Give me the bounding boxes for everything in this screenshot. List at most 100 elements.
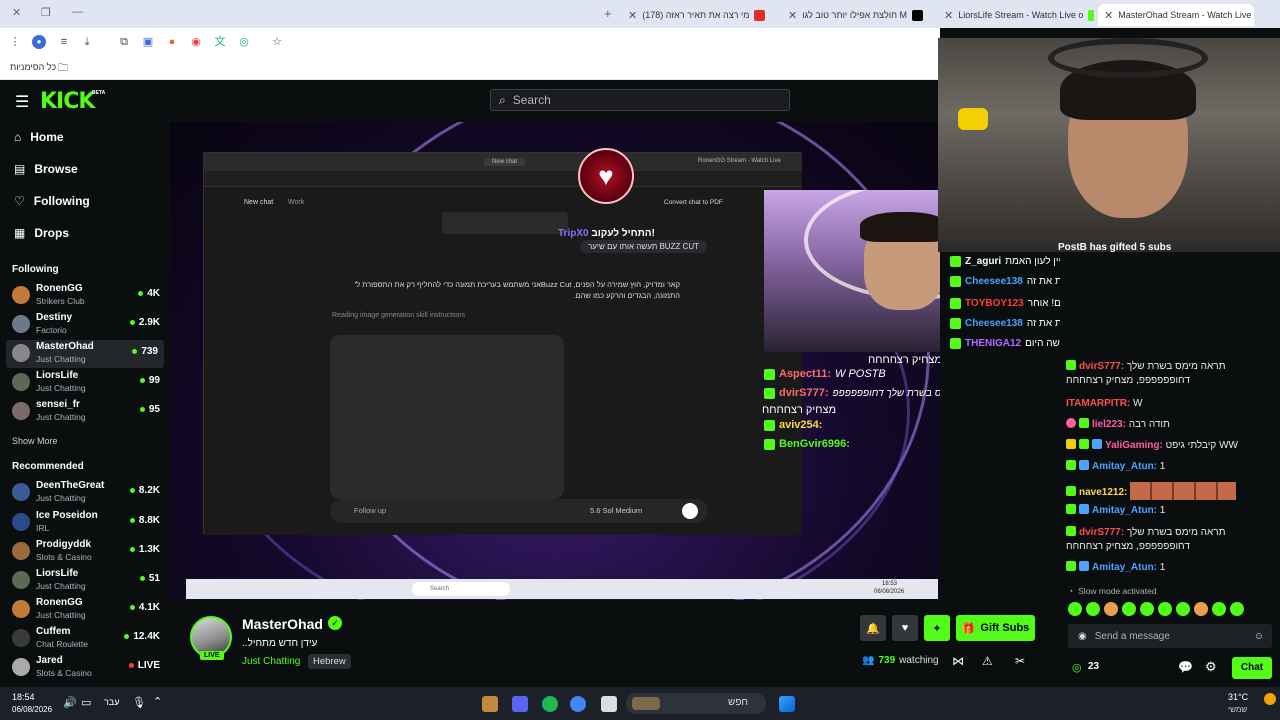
following-channel[interactable]: RonenGG Strikers Club 4K [10, 282, 162, 310]
bookmarks-bar: כל הסימניות 🗀 [0, 56, 940, 80]
app-icon[interactable] [482, 696, 498, 712]
following-channel-selected[interactable]: MasterOhad Just Chatting 739 [6, 340, 164, 368]
bookmark-star-icon[interactable]: ☆ [270, 35, 284, 49]
sub-badge-icon [1079, 418, 1089, 428]
follow-heart-button[interactable]: ♥ [892, 615, 918, 641]
video-player[interactable]: New chat RonenGG Stream - Watch Live New… [170, 122, 940, 600]
recommended-channel[interactable]: RonenGG Just Chatting 4.1K [10, 596, 162, 624]
search-input[interactable]: ⌕ Search [490, 89, 790, 111]
file-explorer-icon[interactable] [601, 696, 617, 712]
emote-icon[interactable] [1230, 602, 1244, 616]
recommended-channel[interactable]: Jared Slots & Casino LIVE [10, 654, 162, 682]
following-channel[interactable]: sensei_fr Just Chatting 95 [10, 398, 162, 426]
recommended-channel[interactable]: Ice Poseidon IRL 8.8K [10, 509, 162, 537]
m-favicon-icon [912, 9, 923, 21]
extension-orange-icon[interactable]: ● [165, 35, 179, 49]
emote-icon[interactable] [1158, 602, 1172, 616]
chevron-up-icon[interactable]: ⌃ [153, 695, 162, 708]
language-indicator[interactable]: עבר [104, 697, 119, 707]
grammarly-icon[interactable]: ◎ [237, 35, 251, 49]
points-icon[interactable]: ◎ [1072, 661, 1082, 674]
restore-window-icon[interactable]: ❐ [41, 6, 51, 19]
chrome-icon[interactable] [570, 696, 586, 712]
list-icon[interactable]: ≡ [57, 35, 71, 49]
close-window-icon[interactable]: ✕ [12, 6, 21, 19]
emote-icon[interactable] [1176, 602, 1190, 616]
avatar [12, 542, 30, 560]
menu-kebab-icon[interactable]: ⋮ [8, 35, 22, 49]
emote-icon[interactable] [1122, 602, 1136, 616]
badge-icon [1092, 439, 1102, 449]
all-bookmarks-label[interactable]: כל הסימניות [10, 62, 56, 72]
chat-footer: ◎ 23 💬 ⚙ Chat [1060, 656, 1280, 682]
subscribe-button[interactable]: ✦ [924, 615, 950, 641]
tab-youtube[interactable]: ✕ (178) מי רצה את תאיר ראזה [622, 4, 778, 26]
recommended-channel[interactable]: Prodigyddk Slots & Casino 1.3K [10, 538, 162, 566]
nav-following[interactable]: ♡ Following [14, 194, 90, 208]
profile-icon[interactable]: ● [32, 35, 46, 49]
close-tab-icon[interactable]: ✕ [944, 9, 953, 22]
extensions-icon[interactable]: ⧉ [117, 35, 131, 49]
download-icon[interactable]: ⤓ [80, 35, 94, 49]
kick-logo[interactable]: KICK [40, 89, 95, 114]
emote-icon[interactable] [1086, 602, 1100, 616]
clock-time[interactable]: 18:54 [12, 692, 35, 702]
monitor-icon[interactable]: ▭ [81, 696, 91, 709]
show-more-link[interactable]: Show More [12, 436, 58, 446]
minimize-window-icon[interactable]: — [72, 6, 83, 18]
emote-icon[interactable] [1104, 602, 1118, 616]
tabs-icon[interactable]: ▣ [141, 35, 155, 49]
chat-send-button[interactable]: Chat [1232, 657, 1272, 679]
following-channel[interactable]: LiorsLife Just Chatting 99 [10, 369, 162, 397]
emote-icon[interactable] [1140, 602, 1154, 616]
emoji-picker-icon[interactable]: ☺ [1254, 631, 1264, 642]
viewer-count: 99 [139, 375, 160, 386]
tab-liorslife[interactable]: ✕ LiorsLife Stream - Watch Live o [938, 4, 1094, 26]
sub-badge-icon [1066, 360, 1076, 370]
captured-tab-bar: New chat RonenGG Stream - Watch Live [204, 153, 802, 171]
following-channel[interactable]: Destiny Factorio 2.9K [10, 311, 162, 339]
speaker-icon[interactable]: 🔊 [63, 696, 77, 709]
new-tab-icon[interactable]: + [604, 6, 612, 21]
nav-drops[interactable]: ▦ Drops [14, 226, 69, 240]
settings-gear-icon[interactable]: ⚙ [1205, 659, 1217, 675]
chat-message-input[interactable]: ◉ Send a message ☺ [1068, 624, 1272, 648]
emote-icon[interactable] [1212, 602, 1226, 616]
weather-temp[interactable]: 31°C [1228, 692, 1248, 702]
nav-browse[interactable]: ▤ Browse [14, 162, 78, 176]
chat-bubble-icon[interactable]: 💬 [1178, 660, 1193, 674]
discord-icon[interactable] [512, 696, 528, 712]
stream-category-link[interactable]: Just Chatting [242, 656, 300, 667]
kick-badge-icon [950, 318, 961, 329]
translate-icon[interactable]: 文 [213, 35, 227, 49]
close-tab-icon[interactable]: ✕ [628, 9, 637, 22]
sparkle-icon: ✦ [932, 622, 942, 635]
webcam-overlay: PostB has gifted 5 subs [938, 38, 1280, 252]
recommended-channel[interactable]: Cuffem Chat Roulette 12.4K [10, 625, 162, 653]
recommended-channel[interactable]: DeenTheGreat Just Chatting 8.2K [10, 479, 162, 507]
live-dot-icon [139, 576, 145, 581]
recommended-channel[interactable]: LiorsLife Just Chatting 51 [10, 567, 162, 595]
language-tag[interactable]: Hebrew [308, 654, 351, 669]
clip-icon[interactable]: ✂ [1015, 654, 1025, 668]
spotify-icon[interactable] [542, 696, 558, 712]
tab-shirt[interactable]: ✕ חולצת אפילו יותר טוב לגו M [782, 4, 934, 26]
clock-date[interactable]: 06/08/2026 [12, 705, 52, 714]
microphone-icon[interactable]: 🎙 [132, 696, 146, 709]
report-icon[interactable]: ⚠ [982, 654, 993, 668]
notification-bell-button[interactable]: 🔔 [860, 615, 886, 641]
nav-home[interactable]: ⌂ Home [14, 130, 64, 144]
os-search-box[interactable]: חפש [626, 693, 766, 714]
tab-masterohad[interactable]: ✕ MasterOhad Stream - Watch Live o [1098, 4, 1254, 26]
emote-icon[interactable] [1194, 602, 1208, 616]
gift-subs-button[interactable]: 🎁 Gift Subs [956, 615, 1035, 641]
close-tab-icon[interactable]: ✕ [788, 9, 797, 22]
close-tab-icon[interactable]: ✕ [1104, 9, 1113, 22]
extension-red-icon[interactable]: ◉ [189, 35, 203, 49]
streamer-name[interactable]: MasterOhad [242, 616, 323, 632]
share-icon[interactable]: ⋈ [952, 654, 964, 668]
viewer-count: 1.3K [129, 544, 160, 555]
hamburger-menu-icon[interactable]: ☰ [15, 92, 29, 112]
windows-start-icon[interactable] [779, 696, 795, 712]
emote-icon[interactable] [1068, 602, 1082, 616]
